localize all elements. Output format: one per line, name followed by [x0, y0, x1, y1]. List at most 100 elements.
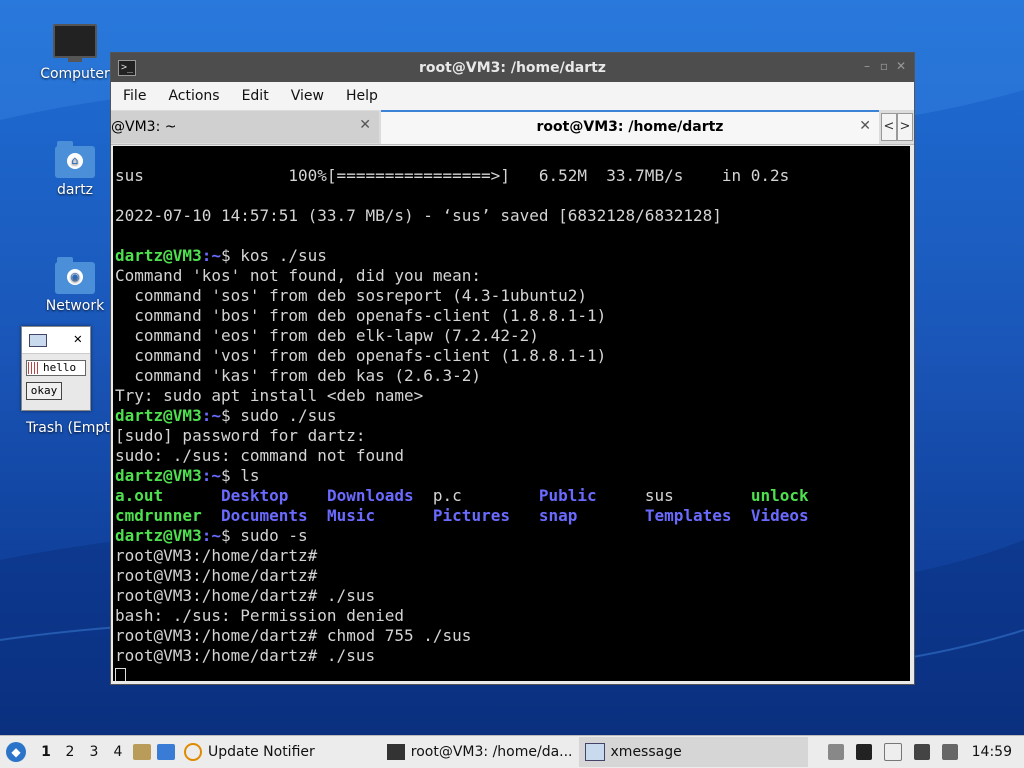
terminal-line: command 'vos' from deb openafs-client (1… — [115, 346, 607, 365]
cursor-block — [115, 667, 126, 681]
desktop-icon-home[interactable]: ⌂ dartz — [30, 141, 120, 198]
prompt-path: :~ — [201, 246, 221, 265]
terminal-line: command 'sos' from deb sosreport (4.3-1u… — [115, 286, 588, 305]
xmessage-window[interactable]: ✕ hello okay — [21, 326, 91, 411]
terminal-line: [sudo] password for dartz: — [115, 426, 366, 445]
terminal-prompt-line: dartz@VM3:~$ sudo -s — [113, 526, 910, 546]
menu-bar: File Actions Edit View Help — [111, 82, 914, 110]
workspace-2[interactable]: 2 — [58, 744, 82, 760]
close-icon[interactable]: ✕ — [74, 331, 82, 347]
tab-close-icon[interactable]: ✕ — [359, 117, 371, 133]
clock[interactable]: 14:59 — [972, 744, 1012, 760]
application-menu-icon[interactable]: ◆ — [6, 742, 26, 762]
terminal-line: 2022-07-10 14:57:51 (33.7 MB/s) - ‘sus’ … — [115, 206, 722, 225]
xmessage-text: hello — [26, 360, 86, 376]
tab-home[interactable]: @VM3: ~ ✕ — [111, 111, 379, 143]
menu-file[interactable]: File — [123, 88, 146, 104]
network-folder-icon: ◉ — [55, 257, 95, 294]
volume-icon[interactable] — [855, 744, 872, 760]
ls-entry: Downloads — [326, 486, 433, 505]
menu-view[interactable]: View — [291, 88, 324, 104]
xmessage-label: hello — [43, 361, 77, 374]
eject-icon[interactable] — [827, 744, 844, 760]
text-stripe-icon — [28, 362, 40, 374]
ls-entry: Public — [538, 486, 645, 505]
window-title: root@VM3: /home/dartz — [419, 60, 606, 76]
show-desktop-icon[interactable] — [157, 744, 175, 760]
taskbar: ◆ 1 2 3 4 Update Notifier root@VM3: /hom… — [0, 735, 1024, 768]
workspace-4[interactable]: 4 — [106, 744, 130, 760]
tab-next-button[interactable]: > — [897, 113, 913, 141]
ls-output-row: cmdrunner Documents Music Pictures snap … — [113, 506, 910, 526]
terminal-line: command 'bos' from deb openafs-client (1… — [115, 306, 607, 325]
ls-entry: unlock — [750, 486, 809, 505]
desktop-icon-computer[interactable]: Computer — [30, 24, 120, 82]
terminal-line: sudo: ./sus: command not found — [115, 446, 404, 465]
desktop-icon-label: dartz — [56, 182, 94, 198]
ls-entry: snap — [538, 506, 645, 525]
ls-entry: Templates — [644, 506, 751, 525]
terminal-line: bash: ./sus: Permission denied — [115, 606, 404, 625]
network-icon[interactable] — [913, 744, 930, 760]
tab-prev-button[interactable]: < — [881, 113, 897, 141]
ls-output-row: a.out Desktop Downloads p.c Public sus u… — [113, 486, 910, 506]
desktop-icon-label: Computer — [40, 66, 110, 82]
okay-button[interactable]: okay — [26, 382, 62, 400]
terminal-prompt-line: dartz@VM3:~$ kos ./sus — [113, 246, 910, 266]
maximize-icon[interactable]: ▫ — [880, 59, 888, 73]
terminal-line: root@VM3:/home/dartz# ./sus — [115, 586, 376, 605]
terminal-prompt-line: dartz@VM3:~$ sudo ./sus — [113, 406, 910, 426]
ls-entry: sus — [644, 486, 751, 505]
tab-label: @VM3: ~ — [111, 119, 177, 135]
terminal-line: Try: sudo apt install <deb name> — [115, 386, 424, 405]
terminal-line: Command 'kos' not found, did you mean: — [115, 266, 482, 285]
computer-icon — [53, 24, 97, 58]
terminal-cursor-line — [113, 666, 910, 681]
xmessage-titlebar[interactable]: ✕ — [22, 327, 90, 354]
clipboard-icon[interactable] — [883, 743, 902, 761]
prompt-path: :~ — [201, 526, 221, 545]
ls-entry: Music — [326, 506, 433, 525]
prompt-user: dartz@VM3 — [115, 466, 202, 485]
close-icon[interactable]: ✕ — [896, 59, 906, 73]
tab-dartz[interactable]: root@VM3: /home/dartz ✕ — [381, 110, 879, 144]
terminal-output[interactable]: sus 100%[================>] 6.52M 33.7MB… — [113, 146, 910, 681]
menu-help[interactable]: Help — [346, 88, 378, 104]
command: $ kos ./sus — [220, 246, 327, 265]
tab-bar: @VM3: ~ ✕ root@VM3: /home/dartz ✕ < > — [111, 110, 914, 145]
menu-edit[interactable]: Edit — [242, 88, 269, 104]
home-folder-icon: ⌂ — [55, 141, 95, 178]
workspace-3[interactable]: 3 — [82, 744, 106, 760]
task-label: Update Notifier — [208, 744, 315, 760]
ls-entry: Pictures — [432, 506, 539, 525]
ls-entry: cmdrunner — [115, 506, 221, 525]
terminal-line: sus 100%[================>] 6.52M 33.7MB… — [115, 166, 790, 185]
window-icon — [584, 743, 605, 761]
workspace-1[interactable]: 1 — [34, 744, 58, 760]
update-icon — [184, 743, 202, 761]
prompt-path: :~ — [201, 466, 221, 485]
ls-entry: Documents — [220, 506, 327, 525]
window-titlebar[interactable]: >_ root@VM3: /home/dartz – ▫ ✕ — [111, 53, 914, 82]
ls-entry: Desktop — [220, 486, 327, 505]
terminal-window[interactable]: >_ root@VM3: /home/dartz – ▫ ✕ File Acti… — [110, 52, 915, 685]
terminal-prompt-line: dartz@VM3:~$ ls — [113, 466, 910, 486]
file-manager-icon[interactable] — [133, 744, 151, 760]
ls-entry: Videos — [750, 506, 809, 525]
task-xmessage[interactable]: xmessage — [578, 737, 808, 767]
notification-icon[interactable] — [941, 744, 958, 760]
minimize-icon[interactable]: – — [864, 59, 870, 73]
task-label: root@VM3: /home/da... — [410, 744, 573, 760]
menu-actions[interactable]: Actions — [168, 88, 219, 104]
task-terminal[interactable]: root@VM3: /home/da... — [381, 737, 579, 767]
terminal-line: root@VM3:/home/dartz# — [115, 546, 318, 565]
task-update-notifier[interactable]: Update Notifier — [178, 737, 321, 767]
terminal-line: root@VM3:/home/dartz# chmod 755 ./sus — [115, 626, 472, 645]
command: $ sudo ./sus — [220, 406, 337, 425]
system-tray: 14:59 — [822, 743, 1024, 761]
terminal-line: command 'kas' from deb kas (2.6.3-2) — [115, 366, 482, 385]
tab-close-icon[interactable]: ✕ — [859, 118, 871, 134]
desktop-icon-network[interactable]: ◉ Network — [30, 257, 120, 314]
